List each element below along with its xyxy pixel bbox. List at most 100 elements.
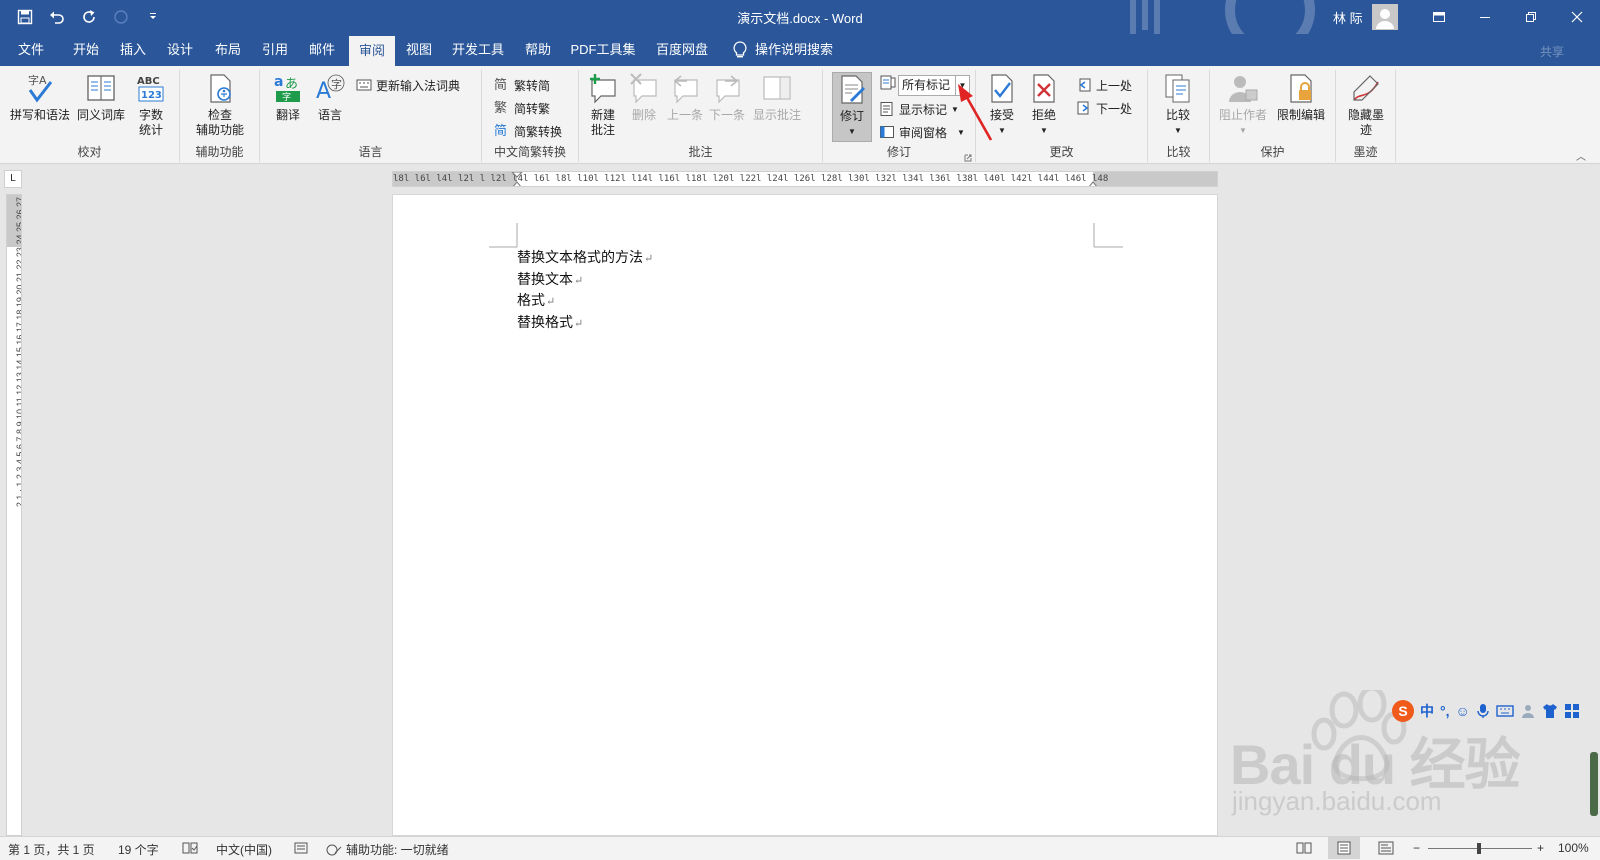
read-mode-button[interactable]: [1296, 841, 1312, 855]
tab-baidu-netdisk[interactable]: 百度网盘: [652, 34, 712, 66]
reviewing-pane-icon: [880, 126, 894, 138]
zoom-level[interactable]: 100%: [1558, 841, 1589, 855]
avatar[interactable]: [1372, 4, 1398, 30]
keyboard-icon[interactable]: [1496, 704, 1514, 718]
save-button[interactable]: [14, 6, 36, 28]
tab-pdf-tools[interactable]: PDF工具集: [569, 34, 637, 66]
tab-help[interactable]: 帮助: [517, 34, 559, 66]
tab-references[interactable]: 引用: [255, 34, 295, 66]
tab-view[interactable]: 视图: [399, 34, 439, 66]
compare-button[interactable]: 比较 ▼: [1158, 72, 1198, 138]
language-status-text: 中文(中国): [216, 843, 272, 857]
group-label-tracking: 修订: [886, 145, 911, 159]
ime-language-toggle[interactable]: 中: [1420, 701, 1434, 721]
tab-layout[interactable]: 布局: [208, 34, 248, 66]
tab-developer[interactable]: 开发工具: [448, 34, 508, 66]
tab-home[interactable]: 开始: [66, 34, 106, 66]
ime-punctuation-toggle[interactable]: °,: [1440, 703, 1450, 719]
tab-selector-button[interactable]: L: [4, 170, 22, 188]
tab-file[interactable]: 文件: [12, 34, 50, 66]
web-layout-icon: [1378, 841, 1394, 855]
accessibility-check-icon: [210, 74, 231, 103]
user-profile-icon[interactable]: [1520, 703, 1536, 719]
convert-chinese-button[interactable]: 简 简繁转换: [494, 120, 562, 142]
next-change-button[interactable]: 下一处: [1076, 97, 1132, 119]
doc-paragraph[interactable]: 替换文本格式的方法↵: [517, 248, 653, 270]
doc-paragraph[interactable]: 替换文本↵: [517, 270, 653, 292]
tell-me-search[interactable]: 操作说明搜索: [733, 34, 833, 66]
tab-review[interactable]: 审阅: [349, 36, 395, 66]
doc-paragraph[interactable]: 替换格式↵: [517, 313, 653, 335]
ribbon-display-options-button[interactable]: [1416, 0, 1462, 34]
emoji-icon[interactable]: ☺: [1456, 703, 1470, 719]
skin-shirt-icon[interactable]: [1542, 703, 1558, 719]
update-ime-dict-button[interactable]: 更新输入法词典: [356, 74, 460, 96]
minimize-button[interactable]: [1462, 0, 1508, 34]
doc-paragraph[interactable]: 格式↵: [517, 291, 653, 313]
document-page[interactable]: 替换文本格式的方法↵ 替换文本↵ 格式↵ 替换格式↵: [392, 194, 1218, 836]
language-status[interactable]: 中文(中国): [216, 841, 272, 858]
thesaurus-button[interactable]: 同义词库: [74, 72, 128, 123]
customize-qat-button[interactable]: [142, 6, 164, 28]
proofing-status[interactable]: [182, 841, 198, 855]
tab-insert[interactable]: 插入: [113, 34, 153, 66]
macro-recording-status[interactable]: [294, 841, 308, 855]
tab-design[interactable]: 设计: [160, 34, 200, 66]
undo-button[interactable]: [46, 6, 68, 28]
word-count-button[interactable]: ABC 123 字数 统计: [128, 72, 174, 138]
language-button[interactable]: A字 语言: [310, 72, 350, 123]
side-scroll-indicator[interactable]: [1590, 752, 1598, 816]
right-indent-marker-icon[interactable]: [1087, 180, 1099, 187]
touch-mode-button[interactable]: [110, 6, 132, 28]
print-layout-button[interactable]: [1328, 837, 1360, 859]
undo-icon: [50, 11, 64, 24]
circle-icon: [114, 10, 128, 24]
web-layout-button[interactable]: [1378, 841, 1394, 855]
update-ime-dict-label: 更新输入法词典: [376, 78, 461, 93]
accessibility-status[interactable]: 辅助功能: 一切就绪: [326, 841, 449, 858]
tab-mailings[interactable]: 邮件: [302, 34, 342, 66]
ribbon: 字A 拼写和语法 同义词库 ABC 123 字数 统计 校对 检查 辅助功能 辅助…: [0, 66, 1600, 164]
block-authors-button[interactable]: 阻止作者 ▼: [1216, 72, 1270, 138]
new-comment-button[interactable]: 新建 批注: [583, 72, 623, 138]
check-accessibility-button[interactable]: 检查 辅助功能: [186, 72, 254, 138]
next-comment-button[interactable]: 下一条: [707, 72, 747, 123]
spelling-grammar-button[interactable]: 字A 拼写和语法: [8, 72, 72, 123]
track-changes-button[interactable]: 修订 ▼: [832, 72, 872, 142]
zoom-in-button[interactable]: +: [1537, 841, 1544, 855]
sogou-logo-icon[interactable]: S: [1392, 700, 1414, 722]
delete-comment-button[interactable]: 删除: [625, 72, 663, 123]
redo-button[interactable]: [78, 6, 100, 28]
simp-to-trad-button[interactable]: 繁 简转繁: [494, 97, 550, 119]
translate-button[interactable]: aあ字 翻译: [268, 72, 308, 123]
restrict-editing-icon: [1290, 74, 1312, 103]
zoom-slider-thumb[interactable]: [1477, 843, 1481, 854]
user-name[interactable]: 林 际: [1333, 8, 1363, 27]
hide-ink-button[interactable]: 隐藏墨 迹: [1342, 72, 1390, 138]
show-markup-button[interactable]: 显示标记 ▼: [879, 98, 959, 120]
collapse-ribbon-chevron-up-icon[interactable]: ︿: [1576, 148, 1586, 163]
page-count[interactable]: 第 1 页，共 1 页: [8, 841, 95, 858]
document-body[interactable]: 替换文本格式的方法↵ 替换文本↵ 格式↵ 替换格式↵: [517, 248, 653, 334]
previous-change-label: 上一处: [1096, 78, 1133, 93]
word-count-status[interactable]: 19 个字: [118, 841, 159, 858]
zoom-out-button[interactable]: −: [1413, 841, 1420, 855]
accessibility-icon: [326, 844, 342, 855]
keyboard-dict-icon: [356, 79, 372, 91]
horizontal-ruler[interactable]: l8l l6l l4l l2l l l2l l4l l6l l8l l10l l…: [392, 171, 1218, 187]
share-button[interactable]: 共享: [1540, 43, 1564, 60]
restore-button[interactable]: [1508, 0, 1554, 34]
restrict-editing-button[interactable]: 限制编辑: [1272, 72, 1330, 123]
trad-to-simp-button[interactable]: 简 繁转简: [494, 74, 550, 96]
reviewing-pane-button[interactable]: 审阅窗格 ▼: [879, 121, 965, 143]
close-button[interactable]: [1554, 0, 1600, 34]
delete-comment-icon: [630, 73, 657, 104]
previous-change-button[interactable]: 上一处: [1076, 74, 1132, 96]
vertical-ruler[interactable]: 2 1 · 1 2 3 4 5 6 7 8 9 10 11 12 13 14 1…: [6, 194, 22, 836]
toolbox-grid-icon[interactable]: [1564, 703, 1580, 719]
microphone-icon[interactable]: [1476, 703, 1490, 719]
reject-button[interactable]: 拒绝 ▼: [1024, 72, 1064, 138]
indent-marker-icon[interactable]: [511, 172, 523, 187]
show-comments-button[interactable]: 显示批注: [749, 72, 805, 123]
previous-comment-button[interactable]: 上一条: [665, 72, 705, 123]
